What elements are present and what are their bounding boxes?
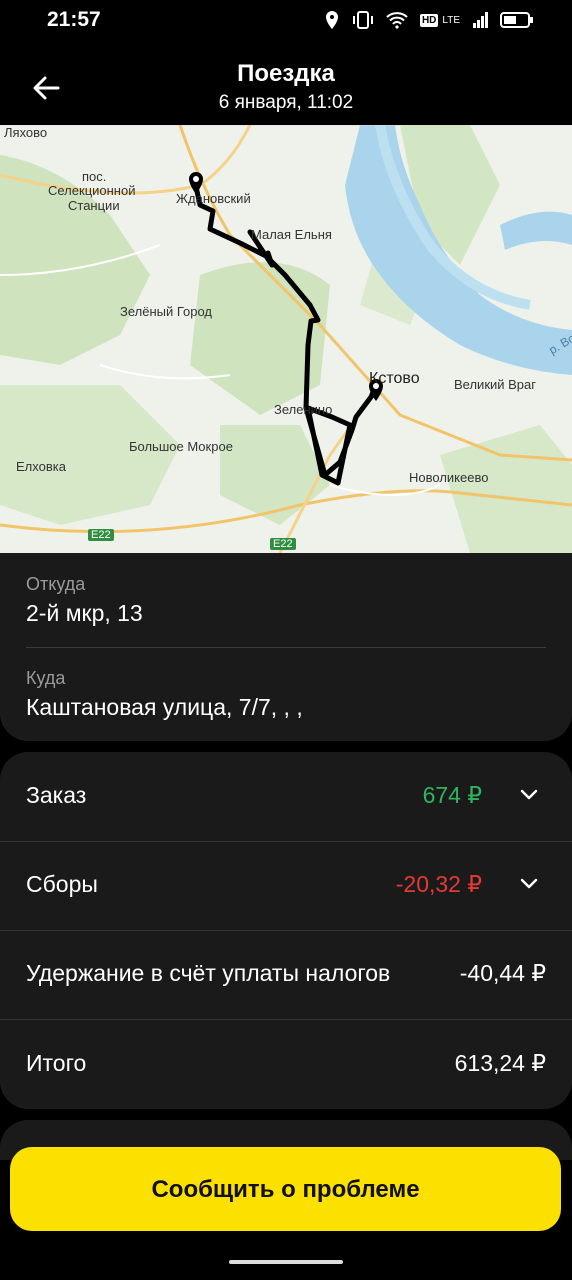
home-indicator[interactable]: [229, 1260, 343, 1264]
map-label: Новоликеево: [409, 470, 489, 485]
road-badge: E22: [88, 529, 114, 541]
map-label: Елховка: [16, 459, 66, 474]
fees-row[interactable]: Сборы -20,32 ₽: [0, 841, 572, 931]
map-label: Великий Враг: [454, 377, 537, 392]
from-label: Откуда: [26, 574, 86, 594]
map-label: пос.: [82, 169, 107, 184]
vibrate-icon: [352, 11, 373, 29]
map-label: Ждановский: [176, 191, 251, 206]
fees-label: Сборы: [26, 871, 98, 897]
signal-icon: [473, 12, 488, 28]
to-value: Каштановая улица, 7/7, , ,: [26, 694, 303, 720]
divider: [26, 647, 546, 648]
map-label: Большое Мокрое: [129, 439, 233, 454]
hd-icon: HD: [419, 13, 439, 27]
header: Поездка 6 января, 11:02: [0, 52, 572, 122]
route-card: Откуда 2-й мкр, 13 Куда Каштановая улица…: [0, 553, 572, 741]
total-value: 613,24 ₽: [454, 1050, 546, 1076]
order-label: Заказ: [26, 782, 87, 808]
tax-value: -40,44 ₽: [459, 960, 546, 986]
chevron-down-icon[interactable]: [520, 786, 538, 804]
to-label: Куда: [26, 668, 66, 688]
map-label: Зеленино: [274, 402, 333, 417]
map-label: Кстово: [369, 370, 420, 387]
status-icons: HD LTE: [324, 10, 534, 30]
page-subtitle: 6 января, 11:02: [218, 92, 354, 113]
tax-label: Удержание в счёт уплаты налогов: [26, 960, 391, 986]
map-label: Зелёный Город: [120, 304, 213, 319]
fees-value: -20,32 ₽: [395, 871, 482, 897]
wifi-icon: [386, 12, 408, 29]
map-label: Малая Ельня: [251, 227, 332, 242]
battery-icon: [500, 12, 533, 28]
report-problem-button[interactable]: Сообщить о проблеме: [10, 1147, 561, 1231]
map-label: Селекционной: [48, 183, 136, 198]
from-value: 2-й мкр, 13: [26, 600, 143, 626]
order-value: 674 ₽: [422, 782, 482, 808]
tax-row: Удержание в счёт уплаты налогов -40,44 ₽: [0, 930, 572, 1020]
total-label: Итого: [26, 1050, 87, 1076]
road-badge: E22: [270, 538, 296, 550]
order-row[interactable]: Заказ 674 ₽: [0, 752, 572, 842]
location-icon: [325, 11, 338, 29]
status-bar: 21:57 HD LTE: [0, 0, 572, 40]
finance-card: Заказ 674 ₽ Сборы -20,32 ₽ Удержание в с…: [0, 752, 572, 1109]
chevron-down-icon[interactable]: [520, 875, 538, 893]
route-map[interactable]: Ляхово пос. Селекционной Станции Ждановс…: [0, 125, 572, 553]
status-time: 21:57: [47, 8, 101, 31]
network-type: LTE: [442, 14, 460, 26]
map-label: Ляхово: [4, 125, 48, 140]
page-title: Поездка: [237, 60, 335, 87]
map-label: Станции: [68, 198, 120, 213]
total-row: Итого 613,24 ₽: [0, 1020, 572, 1109]
